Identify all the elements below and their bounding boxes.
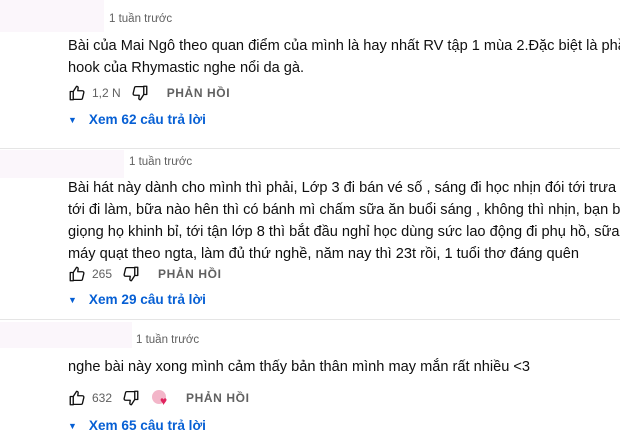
thumb-up-icon[interactable] [68, 389, 86, 407]
redacted-author-block [0, 150, 124, 178]
creator-heart-icon: ♥ [152, 389, 172, 407]
reply-button[interactable]: PHẢN HỒI [167, 86, 230, 100]
comment-actions: 1,2 N PHẢN HỒI [68, 82, 230, 104]
reply-button[interactable]: PHẢN HỒI [158, 267, 221, 281]
view-replies-button[interactable]: ▼ Xem 65 câu trả lời [68, 418, 206, 433]
caret-down-icon: ▼ [68, 294, 77, 305]
comment-timestamp[interactable]: 1 tuần trước [109, 13, 172, 25]
reply-button[interactable]: PHẢN HỒI [186, 391, 249, 405]
comment-text-line: Bài hát này dành cho mình thì phải, Lớp … [68, 180, 620, 196]
thumb-down-icon[interactable] [122, 265, 140, 283]
thumb-up-icon[interactable] [68, 84, 86, 102]
caret-down-icon: ▼ [68, 114, 77, 125]
view-replies-button[interactable]: ▼ Xem 29 câu trả lời [68, 292, 206, 307]
like-count: 1,2 N [92, 86, 121, 100]
comment-text-line: hook của Rhymastic nghe nổi da gà. [68, 60, 305, 76]
heart-icon: ♥ [160, 394, 168, 408]
thumb-up-icon[interactable] [68, 265, 86, 283]
thumb-down-icon[interactable] [122, 389, 140, 407]
comment-text-line: tới đi làm, bữa nào hên thì có bánh mì c… [68, 202, 620, 218]
view-replies-label: Xem 65 câu trả lời [88, 418, 206, 433]
comment-text-line: nghe bài này xong mình cảm thấy bản thân… [68, 359, 531, 375]
comment-actions: 632 ♥ PHẢN HỒI [68, 387, 250, 409]
comment-timestamp[interactable]: 1 tuần trước [136, 334, 199, 346]
comment-separator [0, 319, 620, 320]
comment-separator [0, 148, 620, 149]
view-replies-label: Xem 62 câu trả lời [88, 112, 206, 127]
like-count: 265 [92, 267, 113, 281]
comment-text-line: Bài của Mai Ngô theo quan điểm của mình … [68, 38, 620, 54]
redacted-author-block [0, 322, 132, 348]
comment-actions: 265 PHẢN HỒI [68, 263, 222, 285]
caret-down-icon: ▼ [68, 420, 77, 431]
comment-text-line: giọng họ khinh bỉ, tới tận lớp 8 thì bắt… [68, 224, 620, 240]
view-replies-button[interactable]: ▼ Xem 62 câu trả lời [68, 112, 206, 127]
redacted-author-block [0, 0, 104, 32]
like-count: 632 [92, 391, 113, 405]
thumb-down-icon[interactable] [131, 84, 149, 102]
comment-timestamp[interactable]: 1 tuần trước [129, 156, 192, 168]
view-replies-label: Xem 29 câu trả lời [88, 292, 206, 307]
